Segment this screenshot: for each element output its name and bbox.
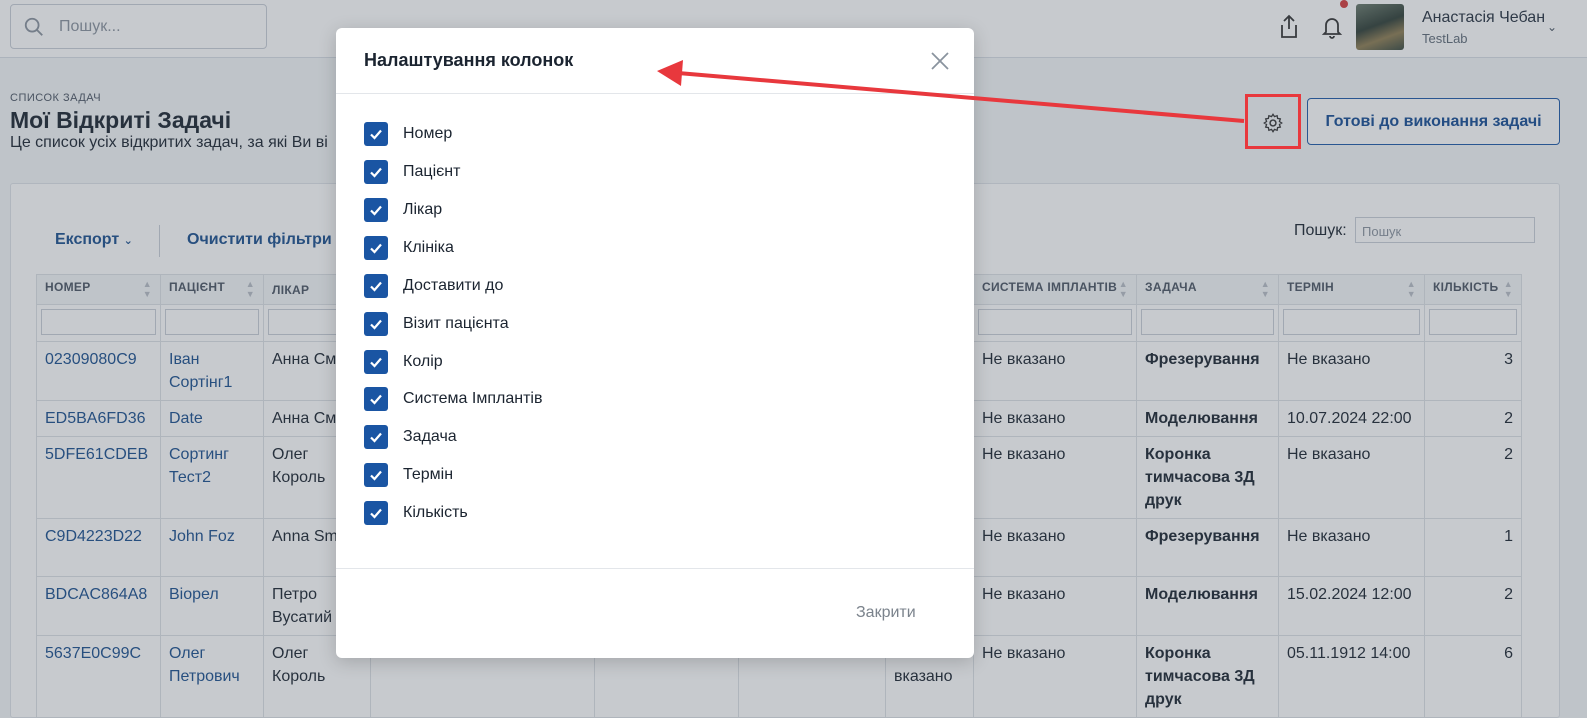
checkbox[interactable] — [364, 198, 388, 222]
column-option-doctor[interactable]: Лікар — [364, 197, 442, 223]
option-label: Лікар — [403, 201, 443, 218]
column-option-quantity[interactable]: Кількість — [364, 500, 468, 526]
check-icon — [370, 508, 382, 519]
checkbox[interactable] — [364, 274, 388, 298]
checkbox[interactable] — [364, 160, 388, 184]
option-label: Клініка — [403, 239, 454, 256]
option-label: Система Імплантів — [403, 390, 543, 407]
column-option-task[interactable]: Задача — [364, 424, 457, 450]
checkbox[interactable] — [364, 425, 388, 449]
check-icon — [370, 357, 382, 368]
option-label: Номер — [403, 125, 453, 142]
column-option-deliver-to[interactable]: Доставити до — [364, 273, 503, 299]
check-icon — [370, 281, 382, 292]
column-option-term[interactable]: Термін — [364, 462, 453, 488]
option-label: Колір — [403, 353, 443, 370]
column-option-implant-system[interactable]: Система Імплантів — [364, 386, 542, 412]
checkbox[interactable] — [364, 387, 388, 411]
close-button[interactable]: Закрити — [856, 604, 916, 622]
check-icon — [370, 394, 382, 405]
option-label: Кількість — [403, 504, 468, 521]
close-icon[interactable] — [927, 48, 953, 74]
column-option-clinic[interactable]: Клініка — [364, 235, 454, 261]
option-label: Доставити до — [403, 277, 504, 294]
column-option-patient-visit[interactable]: Візит пацієнта — [364, 311, 509, 337]
modal-title: Налаштування колонок — [364, 50, 574, 70]
check-icon — [370, 243, 382, 254]
check-icon — [370, 129, 382, 140]
column-option-color[interactable]: Колір — [364, 349, 443, 375]
option-label: Пацієнт — [403, 163, 461, 180]
column-option-number[interactable]: Номер — [364, 121, 452, 147]
check-icon — [370, 432, 382, 443]
check-icon — [370, 205, 382, 216]
checkbox[interactable] — [364, 501, 388, 525]
option-label: Візит пацієнта — [403, 315, 509, 332]
modal-divider — [336, 568, 974, 569]
checkbox[interactable] — [364, 312, 388, 336]
option-label: Термін — [403, 466, 454, 483]
checkbox[interactable] — [364, 236, 388, 260]
check-icon — [370, 470, 382, 481]
check-icon — [370, 167, 382, 178]
column-settings-modal: Налаштування колонок Номер Пацієнт Лікар… — [336, 28, 974, 658]
annotation-highlight-box — [1245, 94, 1301, 149]
checkbox[interactable] — [364, 463, 388, 487]
checkbox[interactable] — [364, 122, 388, 146]
column-option-patient[interactable]: Пацієнт — [364, 159, 460, 185]
check-icon — [370, 319, 382, 330]
modal-divider — [336, 93, 974, 94]
checkbox[interactable] — [364, 350, 388, 374]
option-label: Задача — [403, 428, 457, 445]
